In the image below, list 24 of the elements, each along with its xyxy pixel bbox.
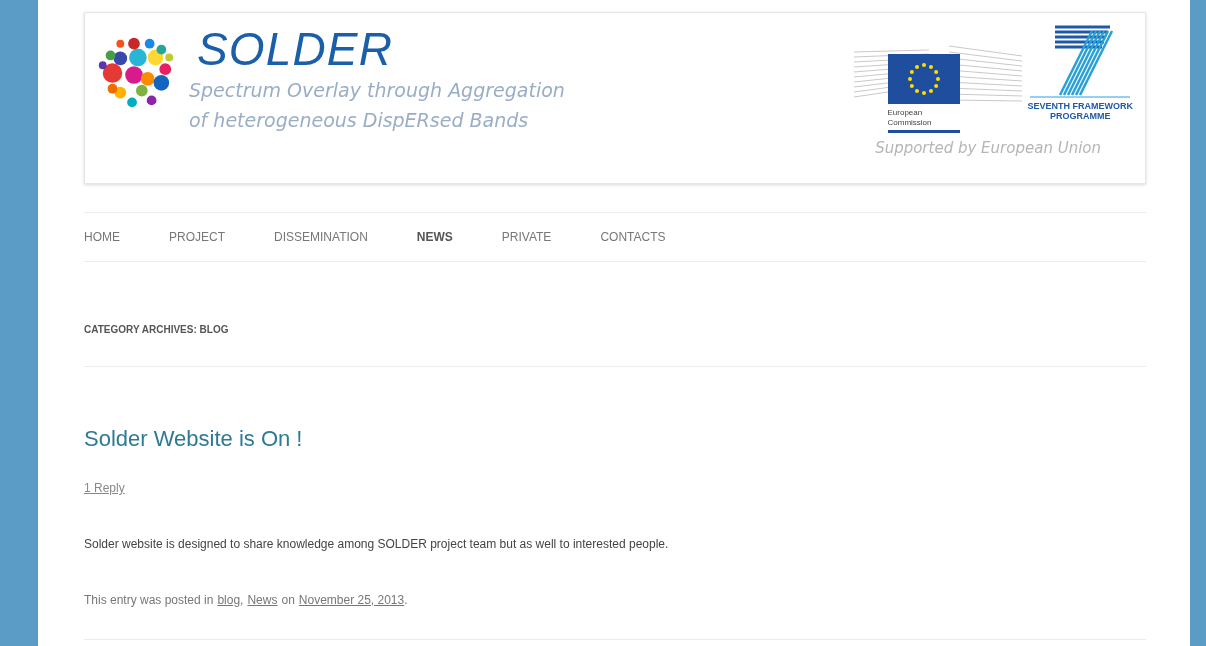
- site-title: SOLDER: [197, 23, 395, 75]
- nav-link[interactable]: PROJECT: [169, 228, 225, 246]
- logo-label: PROGRAMME: [1050, 111, 1111, 121]
- site-subtitle: of heterogeneous DispERsed Bands: [189, 108, 530, 133]
- support-caption: Supported by European Union: [875, 138, 1101, 159]
- archive-heading: CATEGORY ARCHIVES: BLOG: [84, 322, 229, 337]
- post-body: Solder website is designed to share knowledge among SOLDER project team but as well to interested people.: [84, 536, 670, 553]
- logo-label: Commission: [887, 118, 933, 128]
- meta-text: ,: [240, 592, 244, 609]
- meta-link[interactable]: News: [247, 591, 278, 609]
- logo-label: SEVENTH FRAMEWORK: [1027, 101, 1133, 111]
- nav-link[interactable]: NEWS: [416, 228, 453, 246]
- logo-label: European: [887, 108, 924, 118]
- reply-link[interactable]: 1 Reply: [84, 479, 125, 497]
- post-title[interactable]: Solder Website is On !: [84, 422, 303, 455]
- meta-text: .: [404, 592, 408, 609]
- seven-logo-icon: [1030, 23, 1131, 101]
- nav-link[interactable]: HOME: [84, 228, 120, 246]
- nav-link[interactable]: PRIVATE: [501, 228, 552, 246]
- meta-text: This entry was posted in: [84, 592, 214, 609]
- site-subtitle: Spectrum Overlay through Aggregation: [189, 78, 565, 103]
- meta-text: on: [281, 592, 295, 609]
- nav-link[interactable]: DISSEMINATION: [274, 228, 368, 246]
- nav-link[interactable]: CONTACTS: [600, 228, 666, 246]
